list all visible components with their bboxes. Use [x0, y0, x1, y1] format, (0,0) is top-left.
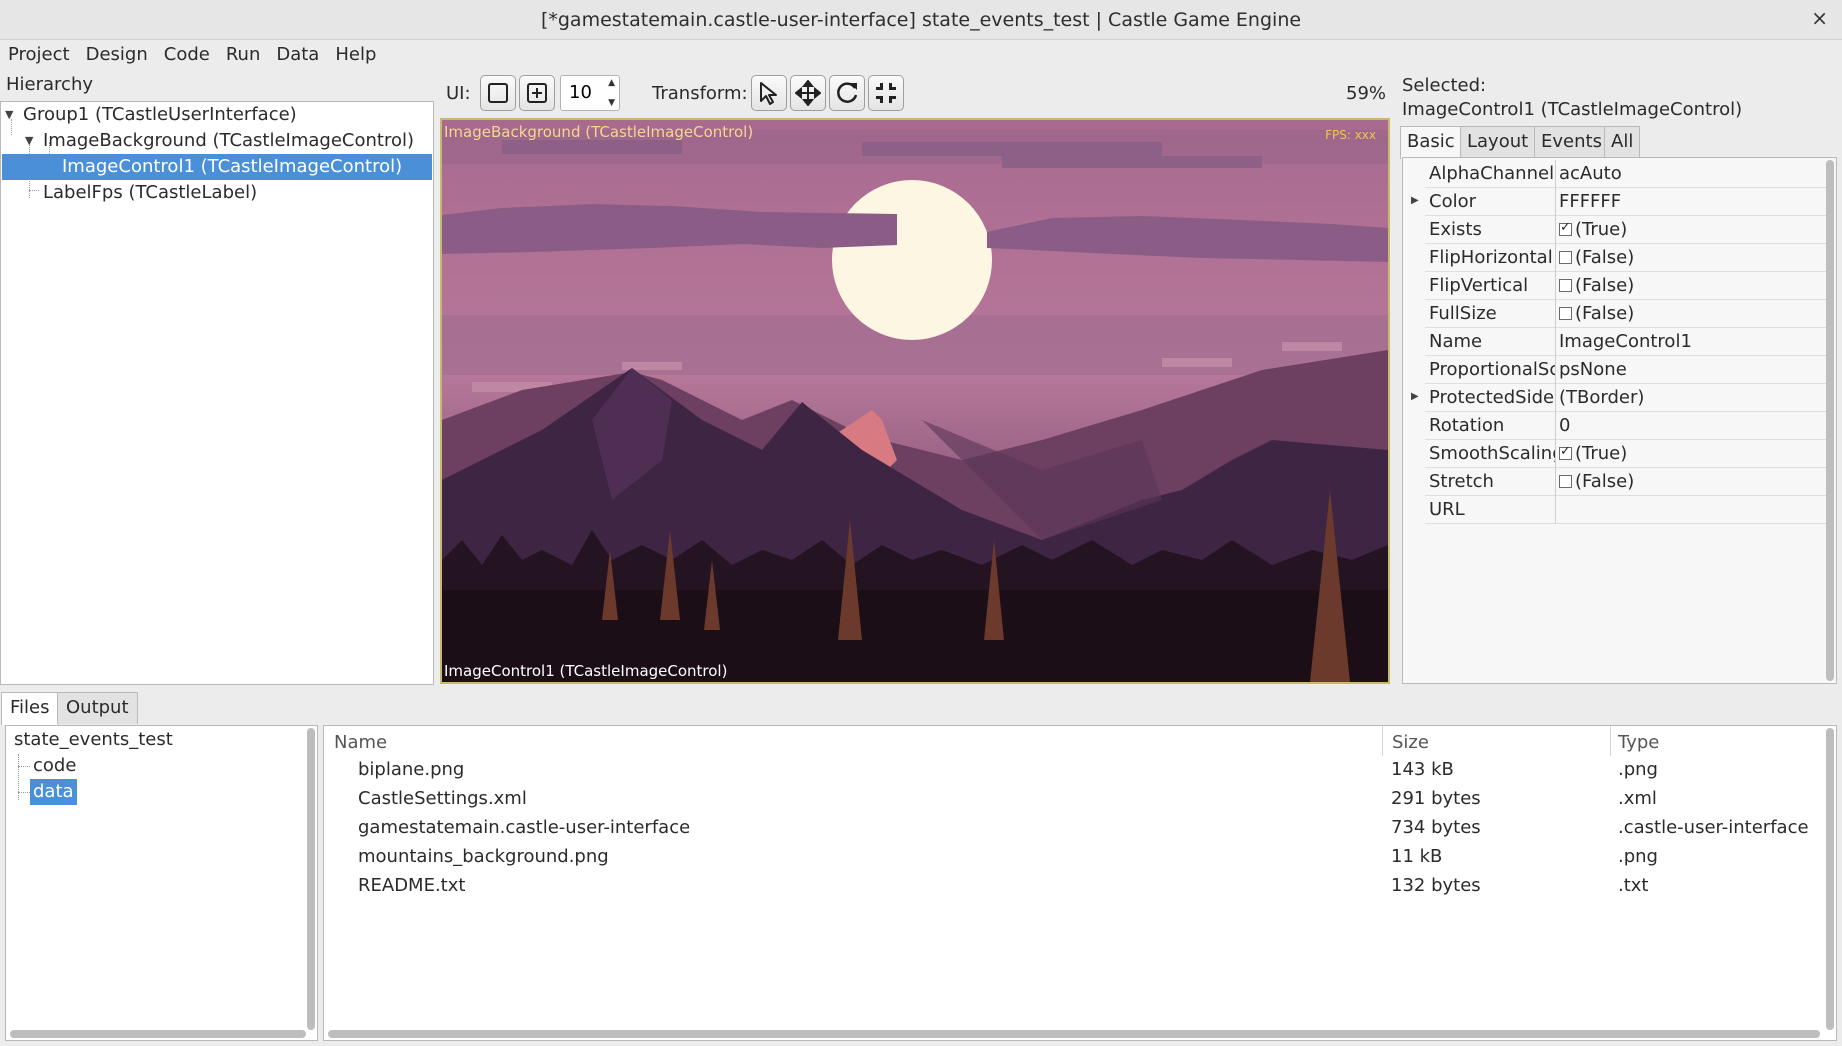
design-viewport[interactable]: ImageBackground (TCastleImageControl) FP… [440, 118, 1390, 684]
cursor-arrow-icon [760, 82, 777, 105]
move-arrows-icon [795, 80, 821, 106]
transform-label: Transform: [652, 83, 748, 104]
title-bar: [*gamestatemain.castle-user-interface] s… [0, 0, 1842, 40]
checkbox-checked-icon[interactable] [1559, 444, 1572, 460]
tree-item-label-fps[interactable]: LabelFps (TCastleLabel) [43, 180, 423, 206]
prop-flip-vertical[interactable]: FlipVertical (False) [1425, 272, 1827, 300]
folder-data[interactable]: data [30, 779, 77, 805]
snap-value-input[interactable] [569, 82, 599, 103]
files-list[interactable]: Name Size Type biplane.png 143 kB .png Cas… [323, 725, 1837, 1041]
tree-line [29, 190, 39, 191]
expand-triangle-icon[interactable]: ▶ [1411, 391, 1419, 402]
prop-exists[interactable]: Exists(True) [1425, 216, 1827, 244]
checkbox-unchecked-icon[interactable] [1559, 279, 1572, 292]
prop-full-size[interactable]: FullSize (False) [1425, 300, 1827, 328]
tree-item-group1[interactable]: Group1 (TCastleUserInterface) [23, 102, 423, 128]
prop-flip-horizontal[interactable]: FlipHorizontal (False) [1425, 244, 1827, 272]
tree-h-scrollbar[interactable] [10, 1030, 306, 1038]
fps-label: FPS: xxx [1325, 128, 1376, 142]
window-title: [*gamestatemain.castle-user-interface] s… [540, 9, 1302, 31]
menu-project[interactable]: Project [0, 40, 78, 65]
menu-help[interactable]: Help [327, 40, 384, 65]
close-icon[interactable]: × [1811, 6, 1828, 30]
tree-v-scrollbar[interactable] [307, 728, 315, 1030]
shrink-corners-icon [876, 83, 896, 103]
design-toolbar: UI: ▲ ▼ Transform: 59% [440, 72, 1388, 114]
collapse-triangle-icon[interactable]: ▼ [25, 134, 33, 147]
prop-stretch[interactable]: Stretch (False) [1425, 468, 1827, 496]
checkbox-unchecked-icon[interactable] [1559, 307, 1572, 320]
snap-spin-edit[interactable]: ▲ ▼ [560, 75, 620, 111]
checkbox-unchecked-icon[interactable] [1559, 475, 1572, 488]
tree-item-image-control1[interactable]: ImageControl1 (TCastleImageControl) [2, 154, 432, 180]
list-h-scrollbar[interactable] [328, 1030, 1820, 1038]
prop-name[interactable]: Name ImageControl1 [1425, 328, 1827, 356]
rotate-icon [837, 82, 858, 103]
object-inspector[interactable]: AlphaChannelacAuto ▶ColorFFFFFF Exists(T… [1402, 157, 1837, 684]
move-tool-button[interactable] [790, 75, 826, 111]
ui-rect-button[interactable] [480, 75, 516, 111]
checkbox-unchecked-icon[interactable] [1559, 251, 1572, 264]
menu-design[interactable]: Design [78, 40, 156, 65]
files-folder-tree[interactable]: state_events_test code data [5, 725, 318, 1041]
selected-component-name: ImageControl1 (TCastleImageControl) [1402, 99, 1743, 120]
tab-output[interactable]: Output [57, 692, 138, 724]
resize-tool-button[interactable] [868, 75, 904, 111]
rotate-tool-button[interactable] [829, 75, 865, 111]
tree-item-image-background[interactable]: ImageBackground (TCastleImageControl) [43, 128, 423, 154]
prop-color[interactable]: ▶ Color FFFFFF [1411, 188, 1827, 216]
prop-rotation[interactable]: Rotation 0 [1425, 412, 1827, 440]
ui-add-button[interactable] [519, 75, 555, 111]
column-header-size[interactable]: Size [1392, 732, 1429, 753]
prop-alpha-channel[interactable]: AlphaChannel acAuto [1425, 160, 1827, 188]
prop-smooth-scaling[interactable]: SmoothScaling(True) [1425, 440, 1827, 468]
prop-protected-sides[interactable]: ▶ ProtectedSides (TBorder) [1411, 384, 1827, 412]
prop-proportional-scaling[interactable]: ProportionalScalingpsNone [1425, 356, 1827, 384]
column-header-type[interactable]: Type [1618, 732, 1659, 753]
menu-run[interactable]: Run [218, 40, 269, 65]
spin-down-icon[interactable]: ▼ [608, 98, 615, 108]
tab-basic[interactable]: Basic [1400, 126, 1462, 159]
column-header-name[interactable]: Name [334, 732, 387, 753]
menu-data[interactable]: Data [268, 40, 327, 65]
menu-bar: Project Design Code Run Data Help [0, 40, 1842, 68]
viewport-label-image-control1: ImageControl1 (TCastleImageControl) [444, 662, 728, 680]
mountains-background-image [442, 120, 1388, 682]
hierarchy-label: Hierarchy [6, 74, 94, 95]
spin-up-icon[interactable]: ▲ [608, 78, 615, 88]
selected-info: Selected: ImageControl1 (TCastleImageCon… [1402, 74, 1742, 122]
hierarchy-tree[interactable]: ▼ Group1 (TCastleUserInterface) ▼ ImageB… [0, 101, 434, 685]
prop-url[interactable]: URL [1425, 496, 1827, 524]
tab-all[interactable]: All [1604, 126, 1641, 158]
menu-code[interactable]: Code [156, 40, 218, 65]
file-row[interactable]: CastleSettings.xml 291 bytes .xml [324, 785, 1824, 814]
folder-root[interactable]: state_events_test [14, 727, 173, 753]
tree-line [18, 766, 30, 767]
file-row[interactable]: mountains_background.png 11 kB .png [324, 843, 1824, 872]
file-row[interactable]: biplane.png 143 kB .png [324, 756, 1824, 785]
tree-line [18, 754, 19, 800]
list-v-scrollbar[interactable] [1826, 728, 1834, 1030]
file-row[interactable]: gamestatemain.castle-user-interface 734 b… [324, 814, 1824, 843]
select-tool-button[interactable] [751, 75, 787, 111]
file-row[interactable]: README.txt 132 bytes .txt [324, 872, 1824, 901]
plus-box-icon [527, 83, 547, 103]
folder-code[interactable]: code [33, 753, 76, 779]
ui-label: UI: [446, 83, 471, 104]
selected-caption: Selected: [1402, 75, 1487, 96]
zoom-level: 59% [1346, 83, 1387, 104]
empty-rect-icon [488, 83, 508, 103]
tab-layout[interactable]: Layout [1460, 126, 1536, 158]
tree-line [18, 792, 30, 793]
tab-files[interactable]: Files [1, 692, 59, 725]
inspector-scrollbar[interactable] [1826, 160, 1834, 681]
collapse-triangle-icon[interactable]: ▼ [5, 108, 13, 121]
checkbox-checked-icon[interactable] [1559, 220, 1572, 236]
expand-triangle-icon[interactable]: ▶ [1411, 195, 1419, 206]
viewport-label-image-background: ImageBackground (TCastleImageControl) [444, 123, 754, 141]
tab-events[interactable]: Events [1534, 126, 1609, 158]
tree-line [11, 119, 12, 135]
